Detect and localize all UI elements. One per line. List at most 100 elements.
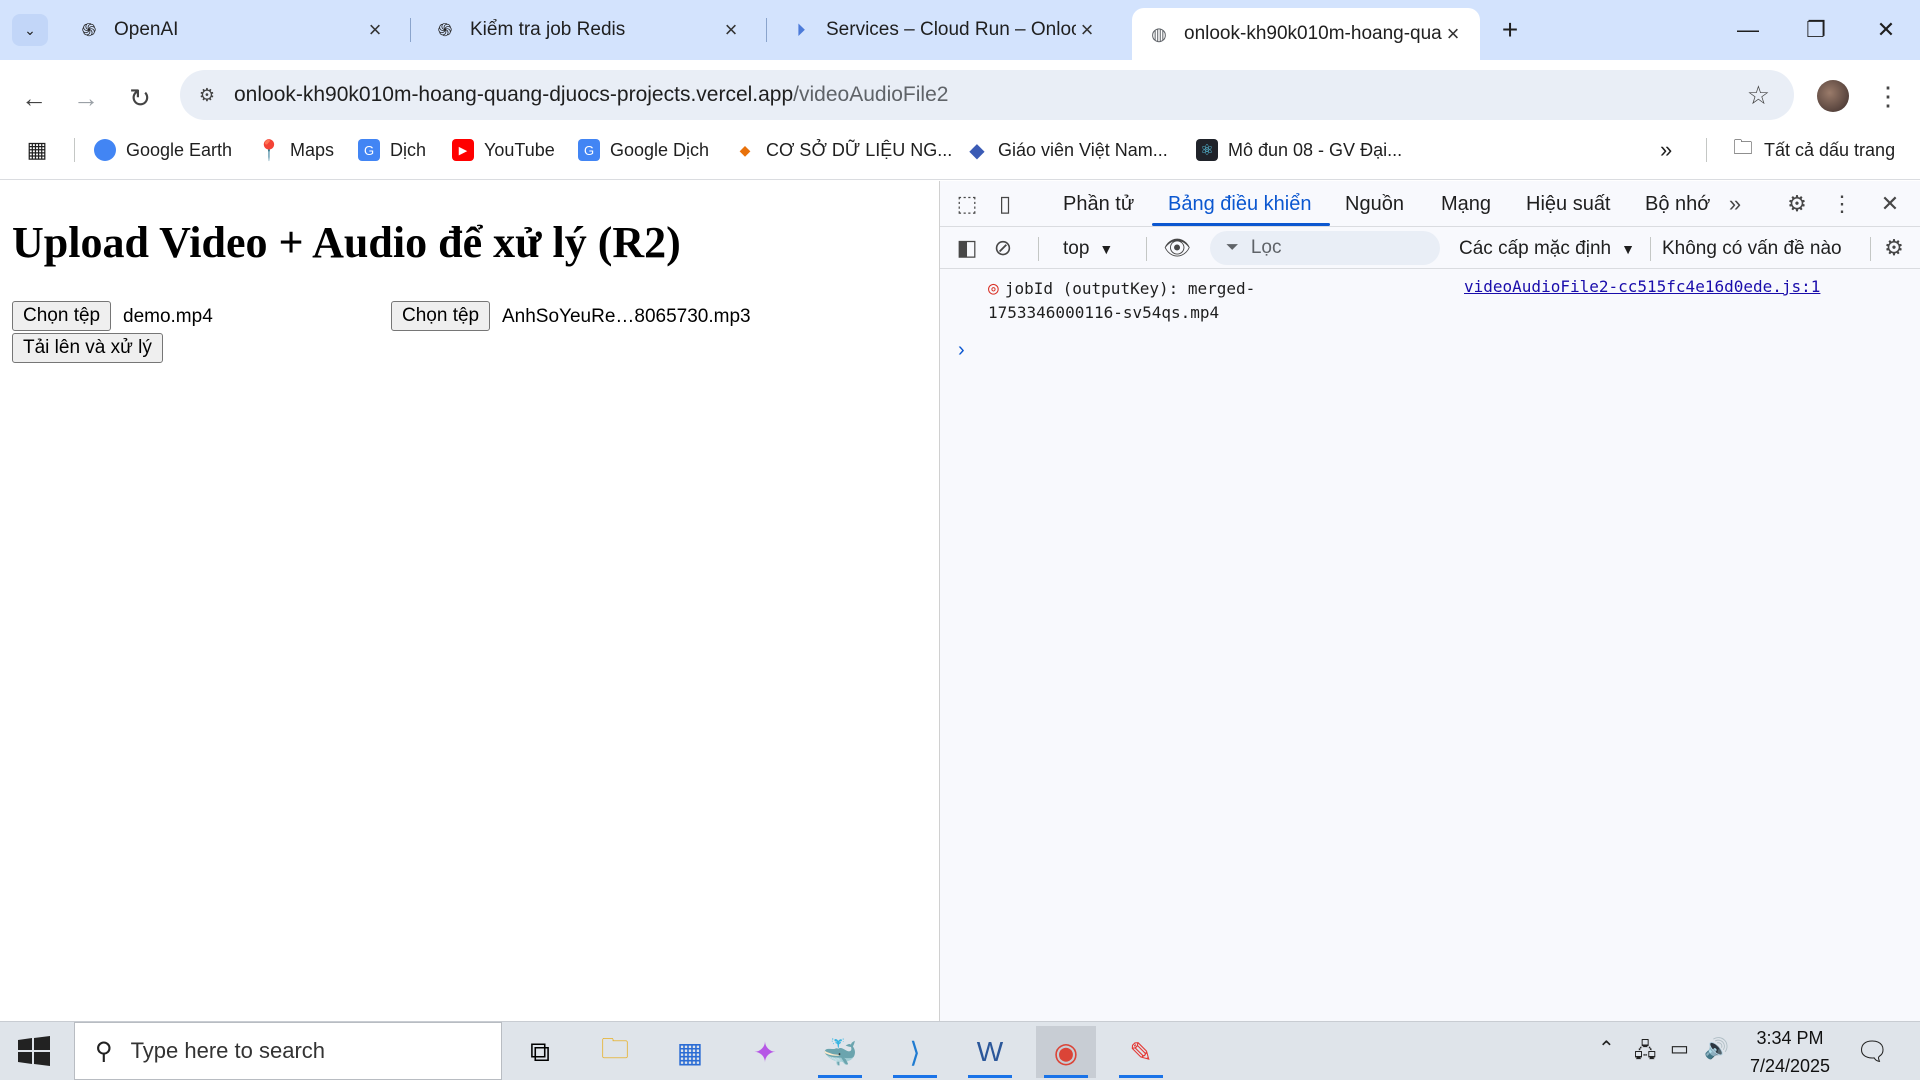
search-icon: ⚲ [95,1037,113,1065]
docker-icon[interactable]: 🐳 [810,1026,870,1078]
bookmark-maps[interactable]: 📍 Maps [256,136,334,164]
clock-time: 3:34 PM [1756,1028,1824,1048]
bookmark-star-icon[interactable]: ☆ [1747,80,1770,111]
console-filter-input[interactable]: ⏷ Lọc [1210,231,1440,265]
restore-button[interactable]: ❐ [1796,10,1836,50]
chrome-menu-icon[interactable]: ⋮ [1875,78,1901,114]
volume-icon[interactable]: 🔊 [1704,1036,1729,1061]
close-window-button[interactable]: ✕ [1866,10,1906,50]
more-bookmarks-icon[interactable]: » [1660,136,1672,164]
bookmark-label: Dịch [390,139,427,160]
back-button[interactable]: ← [16,80,52,116]
site-settings-icon[interactable]: ⚙ [194,82,220,108]
issues-counter[interactable]: Không có vấn đề nào [1662,238,1842,260]
active-tab-indicator [1152,223,1330,226]
devtools-tab-network[interactable]: Mạng [1441,193,1491,216]
all-bookmarks-button[interactable]: 🗀 Tất cả dấu trang [1732,136,1895,164]
diamond-icon: ◆ [969,139,985,162]
bookmark-dich[interactable]: G Dịch [358,136,426,164]
copilot-icon[interactable]: ✦ [735,1026,795,1078]
close-devtools-icon[interactable]: ✕ [1875,189,1905,219]
tab-onlook-active[interactable]: ◍ onlook-kh90k010m-hoang-qua × [1132,8,1480,60]
close-icon[interactable]: × [720,17,742,42]
tab-cloud-run[interactable]: ⏵ Services – Cloud Run – Onlook × [774,8,1114,52]
upload-process-button[interactable]: Tải lên và xử lý [12,333,163,363]
profile-avatar[interactable] [1817,80,1849,112]
devtools-tab-memory[interactable]: Bộ nhớ [1645,193,1710,216]
taskbar-search-box[interactable]: ⚲ Type here to search [74,1022,502,1080]
devtools-tab-sources[interactable]: Nguồn [1345,193,1404,216]
tab-openai[interactable]: ֍ OpenAI × [62,8,402,52]
console-settings-icon[interactable]: ⚙ [1879,233,1909,263]
tab-search-button[interactable]: ⌄ [12,14,48,46]
close-icon[interactable]: × [364,17,386,42]
vscode-icon[interactable]: ⟩ [885,1026,945,1078]
video-choose-file-button[interactable]: Chọn tệp [12,301,112,331]
battery-icon[interactable]: ▭ [1670,1036,1689,1061]
log-source-link[interactable]: videoAudioFile2-cc515fc4e16d0ede.js:1 [1464,277,1820,296]
tab-redis[interactable]: ֍ Kiểm tra job Redis × [418,8,758,52]
bookmark-label: YouTube [484,139,555,160]
close-icon[interactable]: × [1442,21,1464,46]
word-icon[interactable]: W [960,1026,1020,1078]
maps-icon: 📍 [256,139,282,162]
page-viewport: Upload Video + Audio để xử lý (R2) Chọn … [0,181,938,1021]
audio-file-name: AnhSoYeuRe…8065730.mp3 [502,306,751,327]
url-text[interactable]: onlook-kh90k010m-hoang-quang-djuocs-proj… [234,83,948,107]
devtools-tab-elements[interactable]: Phần tử [1063,193,1134,216]
restore-icon: ❐ [1806,17,1826,42]
close-icon[interactable]: × [1076,17,1098,42]
forward-button[interactable]: → [68,80,104,116]
gear-icon[interactable]: ⚙ [1782,189,1812,219]
context-selector[interactable]: top ▼ [1063,238,1113,260]
file-explorer-icon[interactable]: 🗀 [585,1026,645,1078]
devtools-menu-icon[interactable]: ⋮ [1827,189,1857,219]
app-icon[interactable]: ✎ [1111,1026,1171,1078]
audio-choose-file-button[interactable]: Chọn tệp [391,301,491,331]
chevron-up-icon[interactable]: ⌃ [1598,1036,1615,1061]
openai-icon: ֍ [81,20,97,40]
windows-start-icon[interactable] [16,1035,52,1067]
globe-icon: ◍ [1151,23,1167,44]
network-icon[interactable]: 🖧 [1634,1036,1656,1070]
clear-console-icon[interactable]: ⊘ [988,233,1018,263]
apps-icon[interactable]: ▦ [26,136,58,164]
sidebar-toggle-icon[interactable]: ◧ [952,233,982,263]
page-title: Upload Video + Audio để xử lý (R2) [12,218,681,267]
toolbar-separator [1146,237,1147,261]
task-view-icon[interactable]: ⧉ [510,1026,570,1078]
reload-button[interactable]: ↻ [122,80,158,116]
address-bar[interactable]: ⚙ onlook-kh90k010m-hoang-quang-djuocs-pr… [180,70,1794,120]
tab-separator [766,18,767,42]
bookmark-mo-dun-08[interactable]: ⚛ Mô đun 08 - GV Đại... [1196,136,1402,164]
bookmark-google-dich[interactable]: G Google Dịch [578,136,709,164]
eye-icon[interactable]: 👁 [1162,233,1192,263]
log-levels-selector[interactable]: Các cấp mặc định ▼ [1459,238,1635,260]
notification-icon[interactable]: 🗨 [1856,1036,1889,1067]
bookmark-youtube[interactable]: ▶ YouTube [452,136,555,164]
bookmark-google-earth[interactable]: Google Earth [94,136,232,164]
devtools-tab-console[interactable]: Bảng điều khiển [1168,193,1311,216]
bookmark-co-so-du-lieu[interactable]: ◆ CƠ SỞ DỮ LIỆU NG... [734,136,953,164]
tab-title: Kiểm tra job Redis [470,19,626,40]
bookmark-label: Google Earth [126,139,233,160]
console-prompt-icon[interactable]: › [958,339,965,362]
tab-title: onlook-kh90k010m-hoang-qua [1184,23,1442,44]
minimize-icon: — [1737,17,1759,42]
react-icon: ⚛ [1196,139,1218,161]
clock[interactable]: 3:34 PM 7/24/2025 [1740,1024,1840,1080]
target-icon: ◎ [988,278,999,299]
video-file-name: demo.mp4 [123,306,213,327]
more-tabs-icon[interactable]: » [1720,189,1750,219]
devtools-tab-performance[interactable]: Hiệu suất [1526,193,1611,216]
bookmark-giao-vien[interactable]: ◆ Giáo viên Việt Nam... [966,136,1167,164]
device-toolbar-icon[interactable]: ▯ [990,189,1020,219]
plus-icon: + [1501,14,1519,45]
inspect-element-icon[interactable]: ⬚ [952,189,982,219]
minimize-button[interactable]: — [1728,10,1768,50]
chrome-icon[interactable]: ◉ [1036,1026,1096,1078]
toolbar-separator [1870,237,1871,261]
new-tab-button[interactable]: + [1494,14,1526,46]
microsoft-store-icon[interactable]: ▦ [660,1026,720,1078]
toolbar-separator [1038,237,1039,261]
